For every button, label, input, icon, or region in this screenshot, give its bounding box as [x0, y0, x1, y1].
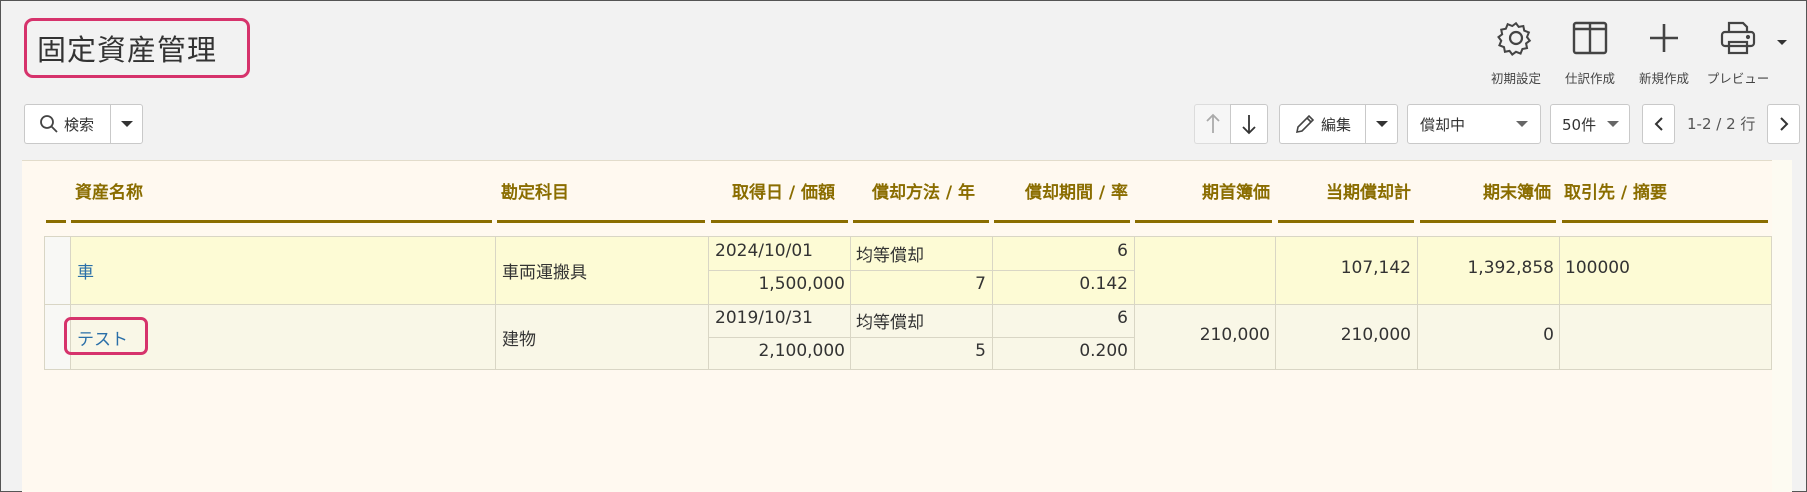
- chevron-right-icon: [1779, 117, 1788, 131]
- account-cell: 建物: [502, 330, 536, 350]
- status-select[interactable]: 償却中: [1407, 104, 1541, 144]
- header-underline: [497, 220, 705, 223]
- acquired-date-cell: 2019/10/31: [715, 308, 813, 328]
- col-header-opening[interactable]: 期首簿価: [1140, 178, 1270, 203]
- arrow-down-icon: [1242, 115, 1256, 135]
- move-up-button[interactable]: [1194, 104, 1230, 144]
- pager-text: 1-2 / 2 行: [1687, 115, 1756, 133]
- per-page-value: 50件: [1562, 115, 1597, 134]
- header-underline: [71, 220, 492, 223]
- account-cell: 車両運搬具: [502, 263, 587, 283]
- search-button[interactable]: 検索: [24, 104, 110, 144]
- gear-icon: [1497, 21, 1532, 56]
- col-header-account[interactable]: 勘定科目: [501, 178, 569, 203]
- col-divider: [1417, 236, 1418, 370]
- header-underline: [711, 220, 848, 223]
- header-underline: [46, 220, 66, 223]
- header-underline: [994, 220, 1130, 223]
- period-cell: 6: [1117, 308, 1128, 328]
- move-down-button[interactable]: [1230, 104, 1268, 144]
- header-underline: [1420, 220, 1556, 223]
- caret-down-icon: [1607, 121, 1619, 127]
- caret-down-icon: [1777, 40, 1787, 45]
- col-divider: [495, 236, 496, 370]
- partner-cell: 100000: [1565, 258, 1630, 278]
- scrollbar-track[interactable]: [1772, 160, 1792, 492]
- plus-icon: [1650, 24, 1678, 52]
- period-cell: 6: [1117, 241, 1128, 261]
- new-create-button[interactable]: 新規作成: [1627, 18, 1701, 87]
- col-header-partner[interactable]: 取引先 / 摘要: [1564, 178, 1667, 203]
- pencil-icon: [1295, 114, 1315, 134]
- method-cell: 均等償却: [856, 246, 924, 266]
- col-divider: [1771, 236, 1772, 370]
- search-icon: [40, 115, 58, 133]
- header-underline: [1135, 220, 1272, 223]
- current-depreciation-cell: 210,000: [1340, 325, 1411, 345]
- new-create-label: 新規作成: [1638, 71, 1689, 86]
- rate-cell: 0.200: [1079, 341, 1128, 361]
- asset-name-link[interactable]: 車: [77, 258, 94, 283]
- header-underline: [1562, 220, 1768, 223]
- col-header-closing[interactable]: 期末簿価: [1420, 178, 1551, 203]
- years-cell: 7: [975, 274, 986, 294]
- col-divider: [44, 236, 45, 370]
- col-divider: [1275, 236, 1276, 370]
- per-page-select[interactable]: 50件: [1550, 104, 1630, 144]
- col-header-name[interactable]: 資産名称: [75, 178, 143, 203]
- cell-divider: [708, 270, 1134, 271]
- years-cell: 5: [975, 341, 986, 361]
- col-divider: [1134, 236, 1135, 370]
- preview-button[interactable]: プレビュー: [1701, 18, 1775, 87]
- journal-create-button[interactable]: 仕訳作成: [1553, 18, 1627, 87]
- row-divider: [44, 304, 1772, 305]
- closing-value-cell: 0: [1543, 325, 1554, 345]
- preview-label: プレビュー: [1706, 71, 1770, 86]
- page-title: 固定資産管理: [37, 33, 218, 67]
- journal-create-label: 仕訳作成: [1564, 71, 1615, 86]
- columns-icon: [1572, 21, 1608, 55]
- search-options-button[interactable]: [110, 104, 143, 144]
- settings-label: 初期設定: [1490, 71, 1541, 86]
- edit-label: 編集: [1321, 115, 1352, 134]
- col-header-current[interactable]: 当期償却計: [1280, 178, 1411, 203]
- row-divider: [44, 236, 1772, 237]
- acquired-price-cell: 2,100,000: [758, 341, 845, 361]
- closing-value-cell: 1,392,858: [1467, 258, 1554, 278]
- col-divider: [1559, 236, 1560, 370]
- status-select-value: 償却中: [1420, 115, 1466, 134]
- method-cell: 均等償却: [856, 313, 924, 333]
- search-label: 検索: [64, 115, 95, 134]
- chevron-left-icon: [1654, 117, 1663, 131]
- top-tools: 初期設定 仕訳作成 新規作成 プレビュー: [1479, 18, 1789, 87]
- edit-button[interactable]: 編集: [1279, 104, 1365, 144]
- col-header-method[interactable]: 償却方法 / 年: [850, 178, 975, 203]
- col-header-acquired[interactable]: 取得日 / 価額: [700, 178, 835, 203]
- col-header-period[interactable]: 償却期間 / 率: [990, 178, 1128, 203]
- caret-down-icon: [120, 121, 133, 127]
- cell-divider: [708, 337, 1134, 338]
- printer-icon: [1720, 21, 1756, 55]
- title-highlight: 固定資産管理: [24, 18, 250, 78]
- asset-name-link[interactable]: テスト: [77, 325, 128, 350]
- preview-dropdown[interactable]: [1775, 18, 1789, 87]
- caret-down-icon: [1516, 121, 1528, 127]
- current-depreciation-cell: 107,142: [1340, 258, 1411, 278]
- settings-button[interactable]: 初期設定: [1479, 18, 1553, 87]
- next-page-button[interactable]: [1767, 104, 1800, 144]
- header-underline: [853, 220, 989, 223]
- edit-options-button[interactable]: [1365, 104, 1398, 144]
- acquired-date-cell: 2024/10/01: [715, 241, 813, 261]
- row-divider: [44, 369, 1772, 370]
- arrow-up-icon: [1205, 113, 1220, 133]
- caret-down-icon: [1375, 121, 1388, 127]
- rate-cell: 0.142: [1079, 274, 1128, 294]
- acquired-price-cell: 1,500,000: [758, 274, 845, 294]
- opening-value-cell: 210,000: [1199, 325, 1270, 345]
- prev-page-button[interactable]: [1642, 104, 1675, 144]
- header-underline: [1278, 220, 1414, 223]
